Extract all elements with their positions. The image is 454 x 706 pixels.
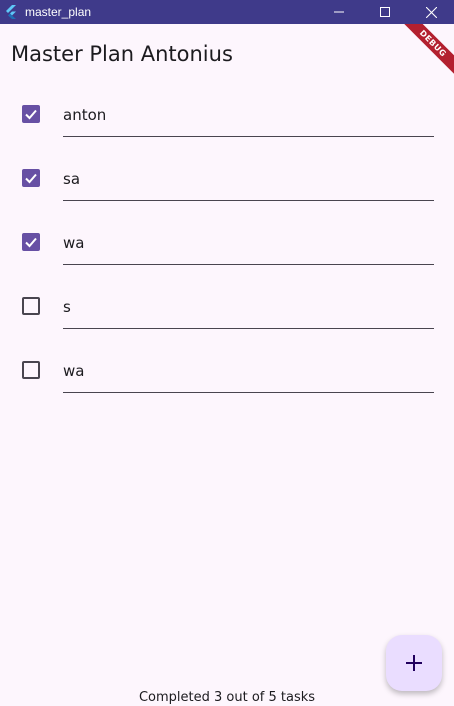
maximize-icon <box>380 7 390 17</box>
task-text-field[interactable]: anton <box>63 96 434 137</box>
check-icon <box>25 173 37 184</box>
maximize-button[interactable] <box>362 0 408 24</box>
task-checkbox[interactable] <box>22 297 40 315</box>
task-text: wa <box>63 234 85 252</box>
task-checkbox[interactable] <box>22 169 40 187</box>
debug-banner: DEBUG <box>394 24 454 84</box>
app-window: master_plan DEBUG Master Plan Antonius a… <box>0 0 454 706</box>
task-row: wa <box>0 340 454 404</box>
task-text-field[interactable]: sa <box>63 160 434 201</box>
minimize-button[interactable] <box>316 0 362 24</box>
task-row: wa <box>0 212 454 276</box>
task-text: wa <box>63 362 85 380</box>
task-checkbox[interactable] <box>22 105 40 123</box>
task-text-field[interactable]: s <box>63 288 434 329</box>
window-controls <box>316 0 454 24</box>
window-title: master_plan <box>25 5 92 19</box>
task-text: s <box>63 298 71 316</box>
task-checkbox[interactable] <box>22 361 40 379</box>
title-bar[interactable]: master_plan <box>0 0 454 24</box>
add-icon <box>406 655 422 671</box>
task-row: anton <box>0 84 454 148</box>
close-button[interactable] <box>408 0 454 24</box>
add-task-button[interactable] <box>386 635 442 691</box>
task-text: sa <box>63 170 81 188</box>
check-icon <box>25 237 37 248</box>
minimize-icon <box>334 11 344 13</box>
task-text-field[interactable]: wa <box>63 224 434 265</box>
flutter-logo-icon <box>5 5 19 19</box>
task-row: s <box>0 276 454 340</box>
task-checkbox[interactable] <box>22 233 40 251</box>
check-icon <box>25 109 37 120</box>
completion-status: Completed 3 out of 5 tasks <box>138 690 316 705</box>
task-text-field[interactable]: wa <box>63 352 434 393</box>
task-text: anton <box>63 106 107 124</box>
page-title: Master Plan Antonius <box>11 42 233 66</box>
debug-banner-label: DEBUG <box>396 24 454 80</box>
task-list: anton sa wa s wa <box>0 84 454 404</box>
task-row: sa <box>0 148 454 212</box>
close-icon <box>425 6 437 18</box>
